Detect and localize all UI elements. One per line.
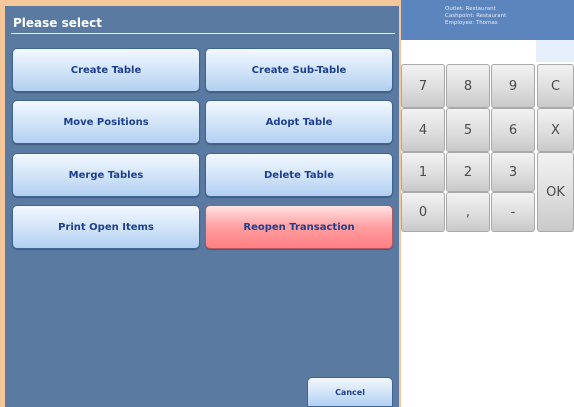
info-header: Outlet: Restaurant Cashpoint: Restaurant…	[401, 0, 574, 40]
key-5[interactable]: 5	[446, 108, 490, 152]
keypad-panel: Outlet: Restaurant Cashpoint: Restaurant…	[401, 0, 574, 407]
move-positions-button[interactable]: Move Positions	[12, 100, 200, 144]
adopt-table-button[interactable]: Adopt Table	[205, 100, 393, 144]
key-9[interactable]: 9	[491, 64, 535, 108]
key-0[interactable]: 0	[401, 192, 445, 232]
title-divider	[11, 33, 395, 34]
select-dialog: Please select Create Table Create Sub-Ta…	[5, 6, 399, 407]
comma-key[interactable]: ,	[446, 192, 490, 232]
ok-key[interactable]: OK	[537, 152, 574, 232]
clear-key[interactable]: C	[537, 64, 574, 108]
merge-tables-button[interactable]: Merge Tables	[12, 153, 200, 197]
employee-label: Employee: Thomas	[445, 20, 498, 26]
create-table-button[interactable]: Create Table	[12, 48, 200, 92]
dialog-title: Please select	[13, 16, 102, 30]
cashpoint-label: Cashpoint: Restaurant	[445, 13, 507, 19]
key-4[interactable]: 4	[401, 108, 445, 152]
cancel-button[interactable]: Cancel	[307, 377, 393, 407]
outlet-label: Outlet: Restaurant	[445, 6, 496, 12]
delete-key[interactable]: X	[537, 108, 574, 152]
key-8[interactable]: 8	[446, 64, 490, 108]
minus-key[interactable]: -	[491, 192, 535, 232]
key-7[interactable]: 7	[401, 64, 445, 108]
key-2[interactable]: 2	[446, 152, 490, 192]
key-3[interactable]: 3	[491, 152, 535, 192]
create-sub-table-button[interactable]: Create Sub-Table	[205, 48, 393, 92]
delete-table-button[interactable]: Delete Table	[205, 153, 393, 197]
print-open-items-button[interactable]: Print Open Items	[12, 205, 200, 249]
amount-display	[401, 40, 533, 62]
key-6[interactable]: 6	[491, 108, 535, 152]
secondary-display	[536, 40, 574, 62]
key-1[interactable]: 1	[401, 152, 445, 192]
reopen-transaction-button[interactable]: Reopen Transaction	[205, 205, 393, 249]
